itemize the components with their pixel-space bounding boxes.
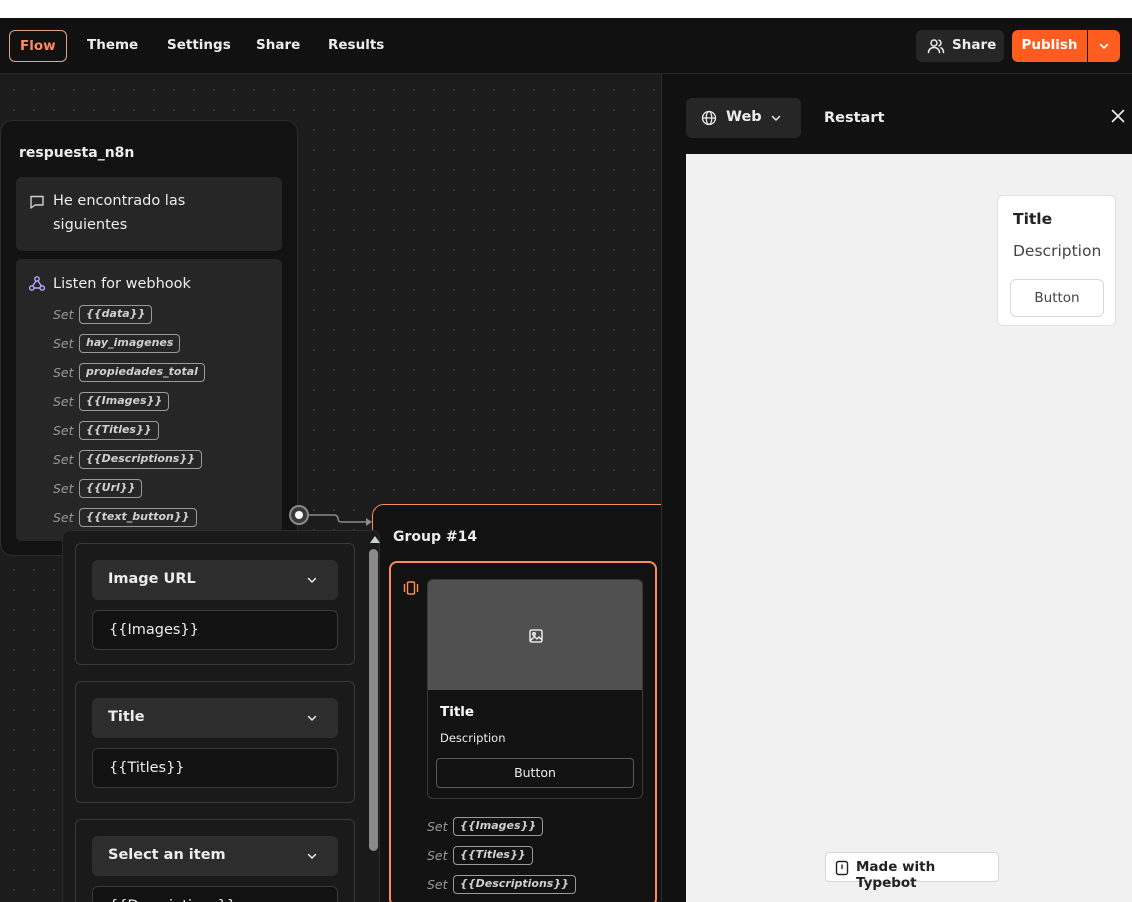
popover-scrollbar[interactable] bbox=[367, 531, 381, 902]
preview-card-button[interactable]: Button bbox=[1010, 279, 1104, 317]
text-bubble-block[interactable]: He encontrado las siguientes bbox=[16, 177, 282, 251]
card-preview: Title Description Button bbox=[427, 579, 643, 799]
image-url-select[interactable]: Image URL bbox=[92, 560, 338, 600]
chevron-down-icon bbox=[770, 112, 782, 128]
variable-pill: {{Titles}} bbox=[453, 846, 533, 865]
variable-pill: {{Images}} bbox=[453, 817, 544, 836]
card-image-placeholder bbox=[428, 580, 642, 690]
variable-pill: {{Descriptions}} bbox=[79, 450, 203, 469]
preview-card-title: Title bbox=[1013, 210, 1053, 228]
users-icon bbox=[927, 38, 945, 58]
variable-pill: propiedades_total bbox=[79, 363, 205, 382]
webhook-label: Listen for webhook bbox=[53, 276, 191, 292]
chevron-down-icon bbox=[307, 715, 317, 722]
preview-panel: Web Restart Title Description Button Mad… bbox=[661, 74, 1132, 902]
made-with-typebot-badge[interactable]: Made with Typebot bbox=[825, 852, 999, 891]
scroll-up-arrow[interactable] bbox=[370, 536, 380, 543]
chat-preview: Title Description Button Made with Typeb… bbox=[686, 154, 1132, 902]
description-input[interactable] bbox=[92, 886, 338, 902]
variable-pill: {{Url}} bbox=[79, 479, 143, 498]
top-bar: Flow Theme Settings Share Results Share … bbox=[0, 18, 1132, 74]
tab-results[interactable]: Results bbox=[318, 30, 394, 62]
field-group-image-url: Image URL bbox=[75, 543, 355, 665]
restart-button[interactable]: Restart bbox=[812, 98, 896, 138]
card-description: Description bbox=[440, 731, 506, 745]
chevron-down-icon bbox=[1099, 43, 1109, 50]
tab-theme[interactable]: Theme bbox=[77, 30, 148, 62]
card-button[interactable]: Button bbox=[436, 758, 634, 788]
group-title: respuesta_n8n bbox=[19, 145, 135, 161]
tab-flow[interactable]: Flow bbox=[9, 30, 67, 62]
text-bubble-line: He encontrado las bbox=[53, 193, 186, 209]
preview-card: Title Description Button bbox=[997, 195, 1116, 326]
publish-options-button[interactable] bbox=[1088, 30, 1120, 62]
field-group-description: Select an item bbox=[75, 819, 355, 902]
variable-pill: {{Titles}} bbox=[79, 421, 159, 440]
connector-handle[interactable] bbox=[289, 505, 309, 525]
image-url-input[interactable] bbox=[92, 610, 338, 650]
group-respuesta-n8n[interactable]: respuesta_n8n He encontrado las siguient… bbox=[0, 120, 298, 556]
tab-share[interactable]: Share bbox=[246, 30, 310, 62]
image-icon bbox=[529, 629, 543, 643]
runtime-label: Web bbox=[726, 109, 762, 125]
made-with-label: Made with Typebot bbox=[856, 859, 936, 891]
share-button[interactable]: Share bbox=[916, 30, 1004, 62]
scroll-thumb[interactable] bbox=[369, 549, 378, 851]
carousel-block[interactable]: Title Description Button Set {{Images}} S… bbox=[389, 561, 657, 902]
card-title: Title bbox=[440, 704, 475, 720]
variable-pill: {{data}} bbox=[79, 305, 153, 324]
variable-pill: {{Descriptions}} bbox=[453, 875, 577, 894]
webhook-icon bbox=[28, 275, 46, 297]
publish-button[interactable]: Publish bbox=[1012, 30, 1087, 62]
preview-card-description: Description bbox=[1013, 242, 1102, 260]
carousel-icon bbox=[403, 580, 419, 600]
typebot-logo-icon bbox=[835, 860, 849, 876]
carousel-settings-popover[interactable]: Image URL Title Select an item bbox=[62, 530, 380, 902]
title-select[interactable]: Title bbox=[92, 698, 338, 738]
variable-pill: {{text_button}} bbox=[79, 508, 197, 527]
chevron-down-icon bbox=[307, 577, 317, 584]
field-group-title: Title bbox=[75, 681, 355, 803]
tab-settings[interactable]: Settings bbox=[157, 30, 241, 62]
runtime-select[interactable]: Web bbox=[686, 98, 801, 138]
flow-canvas[interactable]: respuesta_n8n He encontrado las siguient… bbox=[0, 74, 661, 902]
group-14[interactable]: Group #14 Title Description Button Set{{… bbox=[372, 504, 661, 902]
close-icon[interactable] bbox=[1111, 108, 1125, 127]
globe-icon bbox=[701, 110, 717, 130]
chat-bubble-icon bbox=[29, 194, 45, 214]
share-button-label: Share bbox=[952, 37, 997, 53]
chevron-down-icon bbox=[307, 853, 317, 860]
group-title: Group #14 bbox=[393, 529, 478, 545]
variable-pill: {{Images}} bbox=[79, 392, 170, 411]
text-bubble-line: siguientes bbox=[53, 217, 128, 233]
description-select[interactable]: Select an item bbox=[92, 836, 338, 876]
variable-pill: hay_imagenes bbox=[79, 334, 181, 353]
title-input[interactable] bbox=[92, 748, 338, 788]
connector-edge bbox=[308, 514, 372, 526]
